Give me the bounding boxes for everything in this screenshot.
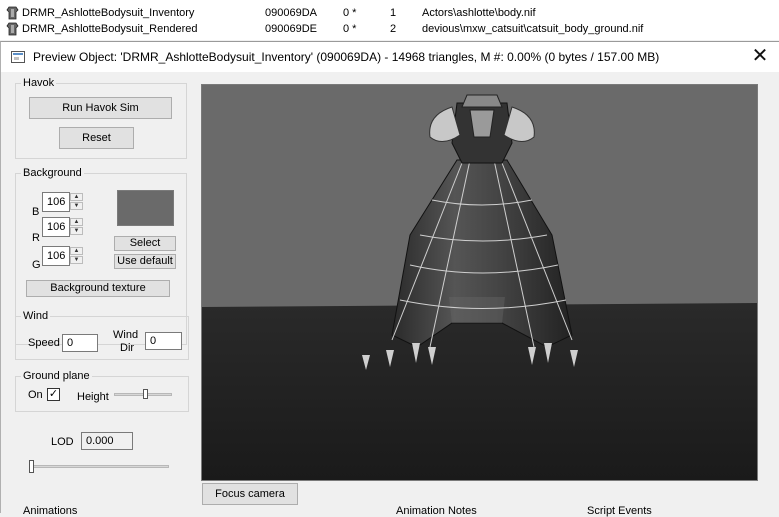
background-legend: Background	[23, 167, 82, 179]
title-bar[interactable]: Preview Object: 'DRMR_AshlotteBodysuit_I…	[1, 42, 779, 72]
reset-button[interactable]: Reset	[59, 127, 134, 149]
dialog-title: Preview Object: 'DRMR_AshlotteBodysuit_I…	[33, 50, 660, 64]
lod-slider[interactable]	[29, 460, 169, 476]
ground-on-label: On	[28, 389, 43, 401]
b-spin-down[interactable]: ▼	[70, 202, 83, 210]
lod-value-field	[81, 432, 133, 450]
b-value-input[interactable]	[42, 192, 70, 212]
select-color-button[interactable]: Select	[114, 236, 176, 251]
r-spin-down[interactable]: ▼	[70, 227, 83, 235]
list-cell-count: 2	[390, 23, 397, 35]
script-events-legend: Script Events	[587, 505, 652, 517]
armor-icon	[6, 6, 19, 20]
wind-speed-label: Speed	[28, 337, 60, 349]
b-label: B	[32, 206, 40, 218]
list-cell-name: DRMR_AshlotteBodysuit_Inventory	[22, 7, 195, 19]
list-cell-path: Actors\ashlotte\body.nif	[422, 7, 536, 19]
animation-notes-legend: Animation Notes	[396, 505, 477, 517]
ground-height-slider[interactable]	[114, 387, 172, 403]
wind-speed-input[interactable]	[62, 334, 98, 352]
havok-legend: Havok	[23, 77, 55, 89]
g-value-input[interactable]	[42, 246, 70, 266]
preview-viewport[interactable]	[201, 84, 758, 481]
wind-dir-input[interactable]	[145, 332, 182, 350]
r-value-input[interactable]	[42, 217, 70, 237]
slider-thumb[interactable]	[29, 460, 34, 473]
list-cell-name: DRMR_AshlotteBodysuit_Rendered	[22, 23, 198, 35]
list-cell-path: devious\mxw_catsuit\catsuit_body_ground.…	[422, 23, 644, 35]
window-icon	[11, 51, 25, 63]
g-spin-up[interactable]: ▲	[70, 247, 83, 255]
wind-legend: Wind	[23, 310, 49, 322]
background-texture-button[interactable]: Background texture	[26, 280, 170, 297]
render-canvas	[202, 85, 757, 480]
slider-thumb[interactable]	[143, 389, 148, 399]
ground-height-label: Height	[77, 391, 109, 403]
animations-legend: Animations	[23, 505, 78, 517]
object-list: DRMR_AshlotteBodysuit_Inventory 090069DA…	[0, 0, 779, 40]
lod-label: LOD	[51, 436, 74, 448]
r-spin-up[interactable]: ▲	[70, 218, 83, 226]
list-cell-flag: 0 *	[343, 7, 357, 19]
list-row[interactable]: DRMR_AshlotteBodysuit_Inventory 090069DA…	[0, 5, 779, 21]
ground-plane	[202, 303, 757, 480]
ground-plane-legend: Ground plane	[23, 370, 90, 382]
list-cell-flag: 0 *	[343, 23, 357, 35]
wind-dir-label: Wind	[113, 329, 139, 341]
g-label: G	[32, 259, 41, 271]
g-spin-down[interactable]: ▼	[70, 256, 83, 264]
use-default-button[interactable]: Use default	[114, 254, 176, 269]
list-cell-count: 1	[390, 7, 397, 19]
focus-camera-button[interactable]: Focus camera	[202, 483, 298, 505]
slider-track	[29, 465, 169, 468]
background-color-swatch	[117, 190, 174, 226]
list-cell-id: 090069DA	[265, 7, 317, 19]
wind-dir-label-2: Dir	[120, 342, 135, 354]
b-spin-up[interactable]: ▲	[70, 193, 83, 201]
run-havok-sim-button[interactable]: Run Havok Sim	[29, 97, 172, 119]
r-label: R	[32, 232, 40, 244]
preview-object-dialog: Preview Object: 'DRMR_AshlotteBodysuit_I…	[0, 41, 779, 517]
close-button[interactable]: ✕	[745, 45, 775, 69]
list-cell-id: 090069DE	[265, 23, 317, 35]
armor-icon	[6, 22, 19, 36]
list-row[interactable]: DRMR_AshlotteBodysuit_Rendered 090069DE …	[0, 21, 779, 37]
ground-on-checkbox[interactable]: ✓	[47, 388, 60, 401]
